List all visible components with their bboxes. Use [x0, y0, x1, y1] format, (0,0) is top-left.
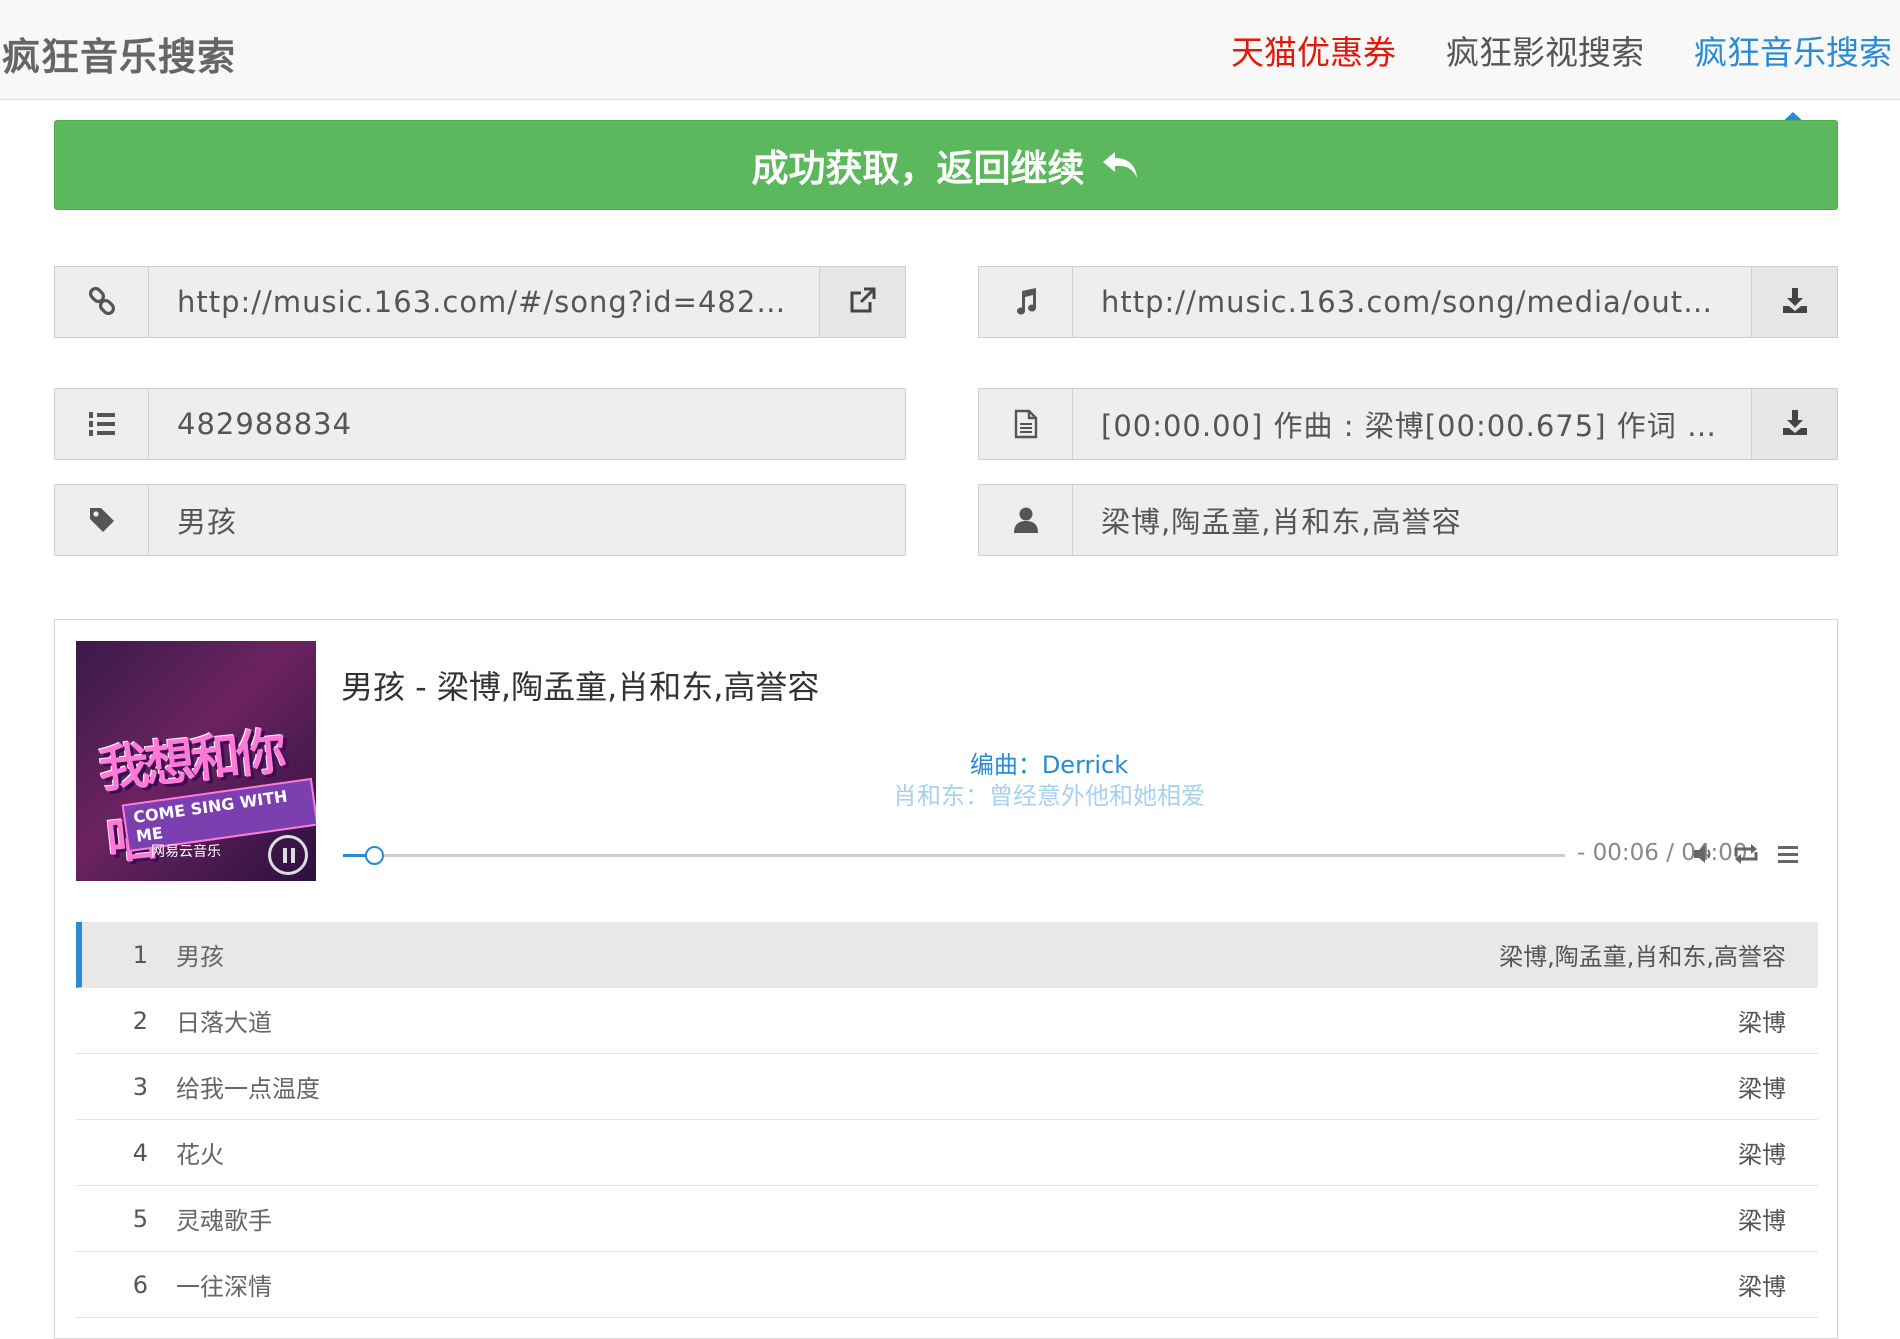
- playlist-row[interactable]: 5 灵魂歌手 梁博: [76, 1186, 1818, 1252]
- music-url-input[interactable]: http://music.163.com/song/media/outer/ur…: [1073, 267, 1751, 337]
- track-artist: 梁博: [1738, 1207, 1786, 1235]
- track-number: 5: [132, 1204, 148, 1233]
- track-number: 6: [132, 1270, 148, 1299]
- playlist-row[interactable]: 1 男孩 梁博,陶孟童,肖和东,高誉容: [76, 922, 1818, 988]
- song-id-value: 482988834: [177, 407, 353, 441]
- track-title: 给我一点温度: [176, 1075, 320, 1103]
- back-continue-label: 成功获取，返回继续: [751, 147, 1085, 190]
- lyrics-field: [00:00.00] 作曲 : 梁博[00:00.675] 作词 : 梁博: [978, 388, 1838, 460]
- track-artist: 梁博: [1738, 1141, 1786, 1169]
- track-title: 灵魂歌手: [176, 1207, 272, 1235]
- numbered-list-icon: [55, 389, 149, 459]
- pause-icon[interactable]: [268, 835, 308, 875]
- open-link-button[interactable]: [819, 267, 905, 337]
- loop-icon[interactable]: [1731, 839, 1761, 869]
- track-artist: 梁博: [1738, 1075, 1786, 1103]
- back-continue-button[interactable]: 成功获取，返回继续: [54, 120, 1838, 210]
- progress-thumb[interactable]: [364, 846, 384, 865]
- brand-title[interactable]: 疯狂音乐搜索: [2, 26, 236, 81]
- artists-input[interactable]: 梁博,陶孟童,肖和东,高誉容: [1073, 485, 1837, 555]
- download-lyrics-button[interactable]: [1751, 389, 1837, 459]
- track-artist: 梁博: [1738, 1273, 1786, 1301]
- link-icon: [55, 267, 149, 337]
- download-music-button[interactable]: [1751, 267, 1837, 337]
- tag-icon: [55, 485, 149, 555]
- progress-bar[interactable]: [343, 846, 1565, 865]
- lyrics-input[interactable]: [00:00.00] 作曲 : 梁博[00:00.675] 作词 : 梁博: [1073, 389, 1751, 459]
- artists-value: 梁博,陶孟童,肖和东,高誉容: [1101, 505, 1462, 539]
- track-number: 3: [132, 1072, 148, 1101]
- cover-brand-text: 网易云音乐: [151, 844, 221, 860]
- nav-link-video-search[interactable]: 疯狂影视搜索: [1446, 26, 1644, 74]
- navbar: 疯狂音乐搜索 天猫优惠券 疯狂影视搜索 疯狂音乐搜索: [0, 0, 1900, 125]
- lyrics-value: [00:00.00] 作曲 : 梁博[00:00.675] 作词 : 梁博: [1101, 409, 1723, 443]
- track-number: 4: [132, 1138, 148, 1167]
- download-icon: [1780, 407, 1810, 441]
- artists-field: 梁博,陶孟童,肖和东,高誉容: [978, 484, 1838, 556]
- playlist-row[interactable]: 4 花火 梁博: [76, 1120, 1818, 1186]
- playlist: 1 男孩 梁博,陶孟童,肖和东,高誉容 2 日落大道 梁博 3 给我一点温度 梁博 4 花火 梁博 5 灵…: [76, 922, 1818, 1318]
- volume-icon[interactable]: [1689, 839, 1719, 869]
- album-cover: 我想和你唱 COME SING WITH ME 网易云音乐: [76, 641, 316, 881]
- user-icon: [979, 485, 1073, 555]
- music-player: 我想和你唱 COME SING WITH ME 网易云音乐 男孩 - 梁博,陶孟…: [54, 619, 1838, 1339]
- track-number: 1: [132, 940, 148, 969]
- lyric-next-line: 肖和东：曾经意外他和她相爱: [893, 782, 1205, 810]
- lyric-current-line: 编曲：Derrick: [969, 751, 1129, 779]
- track-artist: 梁博: [1738, 1009, 1786, 1037]
- track-artist: 梁博,陶孟童,肖和东,高誉容: [1499, 943, 1786, 971]
- song-name-field: 男孩: [54, 484, 906, 556]
- song-name-value: 男孩: [177, 505, 238, 539]
- track-title: 一往深情: [176, 1273, 272, 1301]
- song-link-field: http://music.163.com/#/song?id=482988834: [54, 266, 906, 338]
- nav-link-music-search-label: 疯狂音乐搜索: [1694, 33, 1892, 72]
- song-link-value: http://music.163.com/#/song?id=482988834: [177, 285, 791, 319]
- playlist-row[interactable]: 3 给我一点温度 梁博: [76, 1054, 1818, 1120]
- music-note-icon: [979, 267, 1073, 337]
- track-title: 日落大道: [176, 1009, 272, 1037]
- song-link-input[interactable]: http://music.163.com/#/song?id=482988834: [149, 267, 819, 337]
- nav-links: 天猫优惠券 疯狂影视搜索 疯狂音乐搜索: [1181, 0, 1892, 125]
- nav-link-music-search[interactable]: 疯狂音乐搜索: [1694, 26, 1892, 125]
- track-number: 2: [132, 1006, 148, 1035]
- time-readout: - 00:06 / 04:00: [1577, 840, 1748, 866]
- playlist-row[interactable]: 2 日落大道 梁博: [76, 988, 1818, 1054]
- track-title: 男孩: [176, 943, 224, 971]
- song-id-field: 482988834: [54, 388, 906, 460]
- music-url-value: http://music.163.com/song/media/outer/ur…: [1101, 285, 1723, 319]
- song-name-input[interactable]: 男孩: [149, 485, 905, 555]
- external-link-icon: [848, 285, 878, 319]
- song-heading: 男孩 - 梁博,陶孟童,肖和东,高誉容: [341, 668, 820, 706]
- menu-icon[interactable]: [1773, 839, 1803, 869]
- document-icon: [979, 389, 1073, 459]
- reply-arrow-icon: [1101, 148, 1141, 182]
- track-title: 花火: [176, 1141, 224, 1169]
- playlist-row[interactable]: 6 一往深情 梁博: [76, 1252, 1818, 1318]
- song-id-input[interactable]: 482988834: [149, 389, 905, 459]
- music-url-field: http://music.163.com/song/media/outer/ur…: [978, 266, 1838, 338]
- nav-link-tmall-coupons[interactable]: 天猫优惠券: [1231, 26, 1396, 74]
- download-icon: [1780, 285, 1810, 319]
